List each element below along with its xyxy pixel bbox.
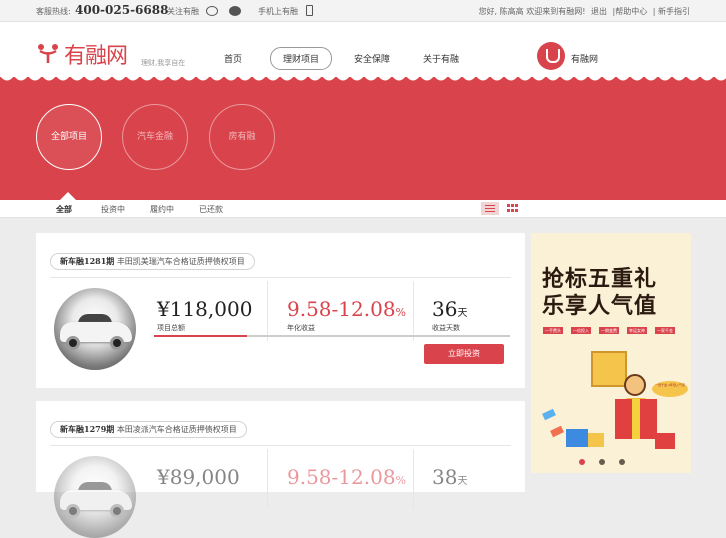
tab-all[interactable]: 全部 (56, 204, 72, 215)
gift-box-icon (655, 433, 675, 449)
help-center-link[interactable]: |帮助中心 (613, 7, 648, 16)
project-rate: 9.58-12.08% (287, 297, 406, 321)
project-days: 36天 (432, 297, 468, 321)
project-title: 丰田凯美瑞汽车合格证质押债权项目 (116, 257, 245, 266)
divider (413, 449, 414, 509)
divider (50, 445, 511, 446)
scallop-edge (0, 76, 726, 81)
nav-about[interactable]: 关于有融 (423, 52, 459, 65)
project-code: 新车融1281期 (60, 256, 115, 266)
promo-subheadline: 乐享人气值 (542, 294, 658, 319)
project-code: 新车融1279期 (60, 424, 115, 434)
gift-icon (591, 351, 627, 387)
brand-avatar-icon[interactable] (537, 42, 565, 70)
ticket-icon (542, 408, 556, 421)
nav-investment[interactable]: 理财项目 (270, 47, 333, 70)
site-header: 有融网 理财,我享自在 首页 理财项目 安全保障 关于有融 有融网 (0, 22, 726, 77)
project-title: 本田凌派汽车合格证质押债权项目 (116, 425, 237, 434)
hotline-number: 400-025-6688 (75, 3, 169, 17)
top-bar: 客服热线: 400-025-6688 关注有融 手机上有融 您好, 陈高高 欢迎… (0, 0, 726, 22)
tab-repaid[interactable]: 已还款 (199, 204, 223, 215)
promo-tag: 幸运女神 (627, 327, 647, 334)
wechat-icon[interactable] (229, 6, 241, 16)
promo-tags: 一手费头 一倍投入 一期变费 幸运女神 一家千金 (543, 327, 679, 334)
phone-icon[interactable] (306, 5, 313, 16)
funding-progress-fill (154, 335, 247, 337)
project-amount: ¥118,000 (157, 297, 253, 321)
weibo-icon[interactable] (206, 6, 218, 16)
project-amount: ¥89,000 (157, 465, 240, 489)
amount-label: 项目总额 (157, 324, 185, 332)
car-image[interactable] (54, 288, 136, 370)
divider (267, 449, 268, 509)
category-auto-finance[interactable]: 汽车金融 (122, 104, 188, 170)
ticket-icon (550, 425, 564, 438)
mobile-app-link[interactable]: 手机上有融 (258, 6, 298, 17)
logo-icon[interactable] (36, 40, 60, 64)
card-wave-edge (36, 388, 525, 392)
tab-performing[interactable]: 履约中 (150, 204, 174, 215)
follow-label: 关注有融 (167, 7, 199, 16)
hotline-label: 客服热线: (36, 7, 71, 16)
car-image[interactable] (54, 456, 136, 538)
funding-progress-bar (154, 335, 510, 337)
category-all[interactable]: 全部项目 (36, 104, 102, 170)
welcome-text: 您好, 陈高高 欢迎来到有融网! (478, 7, 586, 16)
promo-banner[interactable]: 抢标五重礼 乐享人气值 一手费头 一倍投入 一期变费 幸运女神 一家千金 一倍千… (531, 233, 691, 473)
project-rate: 9.58-12.08% (287, 465, 406, 489)
user-links: 您好, 陈高高 欢迎来到有融网! 退出 |帮助中心 | 新手指引 (476, 6, 690, 17)
status-tabs: 全部 投资中 履约中 已还款 (0, 200, 726, 218)
promo-tag: 一倍投入 (571, 327, 591, 334)
mascot-head-icon (624, 374, 646, 396)
project-card: 新车融1279期 本田凌派汽车合格证质押债权项目 ¥89,000 9.58-12… (36, 401, 525, 538)
project-days: 38天 (432, 465, 468, 489)
promo-tag: 一家千金 (655, 327, 675, 334)
logout-link[interactable]: 退出 (591, 7, 607, 16)
beginner-guide-link[interactable]: | 新手指引 (653, 7, 690, 16)
carousel-dot[interactable] (599, 459, 605, 465)
active-pointer (60, 192, 76, 200)
promo-tag: 一期变费 (599, 327, 619, 334)
coin-badge: 一倍千金 4年倍入气值 (652, 381, 688, 397)
gift-box-icon (615, 399, 657, 439)
days-label: 收益天数 (432, 324, 460, 332)
category-house[interactable]: 房有融 (209, 104, 275, 170)
carousel-dot[interactable] (579, 459, 585, 465)
divider (50, 277, 511, 278)
category-banner: 全部项目 汽车金融 房有融 (0, 76, 726, 200)
brand-name: 有融网 (571, 55, 599, 65)
divider (267, 281, 268, 341)
promo-tag: 一手费头 (543, 327, 563, 334)
grid-view-icon[interactable] (507, 204, 518, 213)
slogan: 理财,我享自在 (141, 59, 186, 67)
invest-now-button[interactable]: 立即投资 (424, 344, 504, 364)
gift-box-icon (588, 433, 604, 447)
nav-home[interactable]: 首页 (224, 52, 242, 65)
rate-label: 年化收益 (287, 324, 315, 332)
project-card: 新车融1281期 丰田凯美瑞汽车合格证质押债权项目 ¥118,000 项目总额 … (36, 233, 525, 392)
logo-text[interactable]: 有融网 (64, 38, 128, 70)
carousel-dot[interactable] (619, 459, 625, 465)
tab-investing[interactable]: 投资中 (101, 204, 125, 215)
project-title-pill[interactable]: 新车融1279期 本田凌派汽车合格证质押债权项目 (50, 421, 247, 438)
carousel-dots (579, 459, 639, 467)
nav-security[interactable]: 安全保障 (354, 52, 390, 65)
project-title-pill[interactable]: 新车融1281期 丰田凯美瑞汽车合格证质押债权项目 (50, 253, 255, 270)
divider (413, 281, 414, 341)
list-view-icon[interactable] (481, 202, 499, 215)
gift-box-icon (566, 429, 588, 447)
